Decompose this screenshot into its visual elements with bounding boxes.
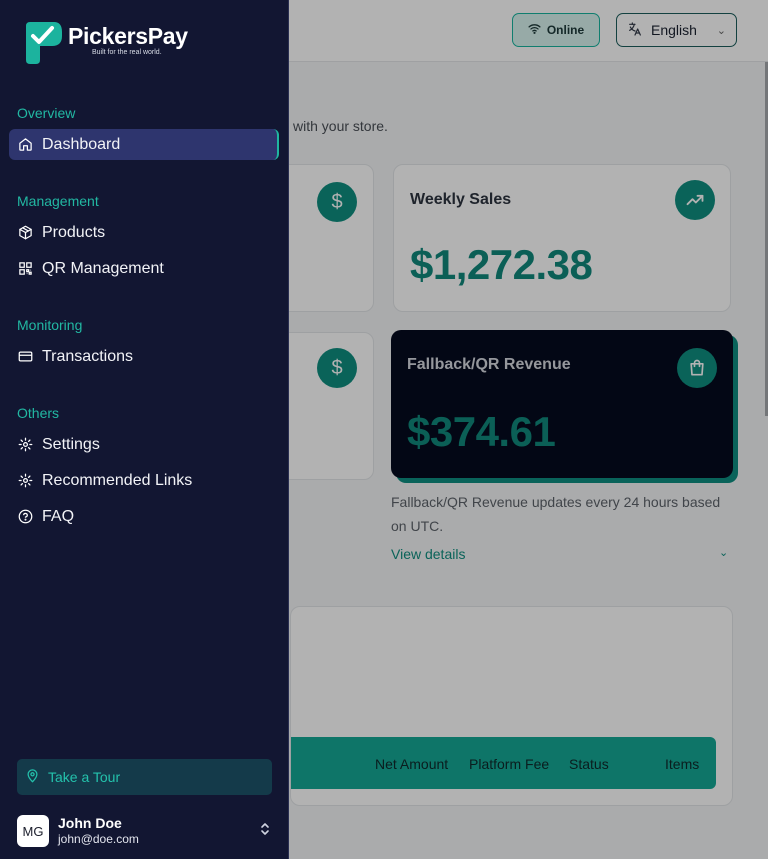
user-account-menu[interactable]: MG John Doe john@doe.com <box>17 813 272 849</box>
brand-name: PickersPay <box>68 23 188 49</box>
avatar: MG <box>17 815 49 847</box>
section-others: Others <box>17 405 60 421</box>
take-a-tour-button[interactable]: Take a Tour <box>17 759 272 795</box>
sidebar-item-label: Recommended Links <box>42 471 193 489</box>
map-pin-icon <box>25 768 40 786</box>
sidebar-item-recommended-links[interactable]: Recommended Links <box>9 465 279 496</box>
chevrons-up-down-icon[interactable] <box>258 822 272 840</box>
user-email: john@doe.com <box>58 832 139 846</box>
home-icon <box>17 137 33 153</box>
credit-card-icon <box>17 349 33 365</box>
sidebar-item-transactions[interactable]: Transactions <box>9 341 279 372</box>
sidebar-item-faq[interactable]: FAQ <box>9 501 279 532</box>
sidebar-item-label: FAQ <box>42 507 75 525</box>
pickerspay-logo-icon <box>26 22 62 64</box>
sidebar-item-settings[interactable]: Settings <box>9 429 279 460</box>
section-management: Management <box>17 193 99 209</box>
section-overview: Overview <box>17 105 76 121</box>
sidebar-item-label: Dashboard <box>42 135 121 153</box>
brand-logo[interactable]: PickersPay Built for the real world. <box>24 22 188 64</box>
package-icon <box>17 225 33 241</box>
sidebar-item-products[interactable]: Products <box>9 217 279 248</box>
sidebar: PickersPay Built for the real world. Ove… <box>0 0 289 859</box>
brand-tagline: Built for the real world. <box>92 49 162 56</box>
sidebar-item-qr-management[interactable]: QR Management <box>9 253 279 284</box>
help-circle-icon <box>17 509 33 525</box>
qr-code-icon <box>17 261 33 277</box>
gear-icon <box>17 473 33 489</box>
sidebar-item-label: Transactions <box>42 347 133 365</box>
user-name: John Doe <box>58 815 122 831</box>
gear-icon <box>17 437 33 453</box>
sidebar-item-label: Settings <box>42 435 100 453</box>
sidebar-item-label: Products <box>42 223 106 241</box>
section-monitoring: Monitoring <box>17 317 83 333</box>
sidebar-item-dashboard[interactable]: Dashboard <box>9 129 279 160</box>
sidebar-item-label: QR Management <box>42 259 164 277</box>
take-a-tour-label: Take a Tour <box>48 769 121 785</box>
